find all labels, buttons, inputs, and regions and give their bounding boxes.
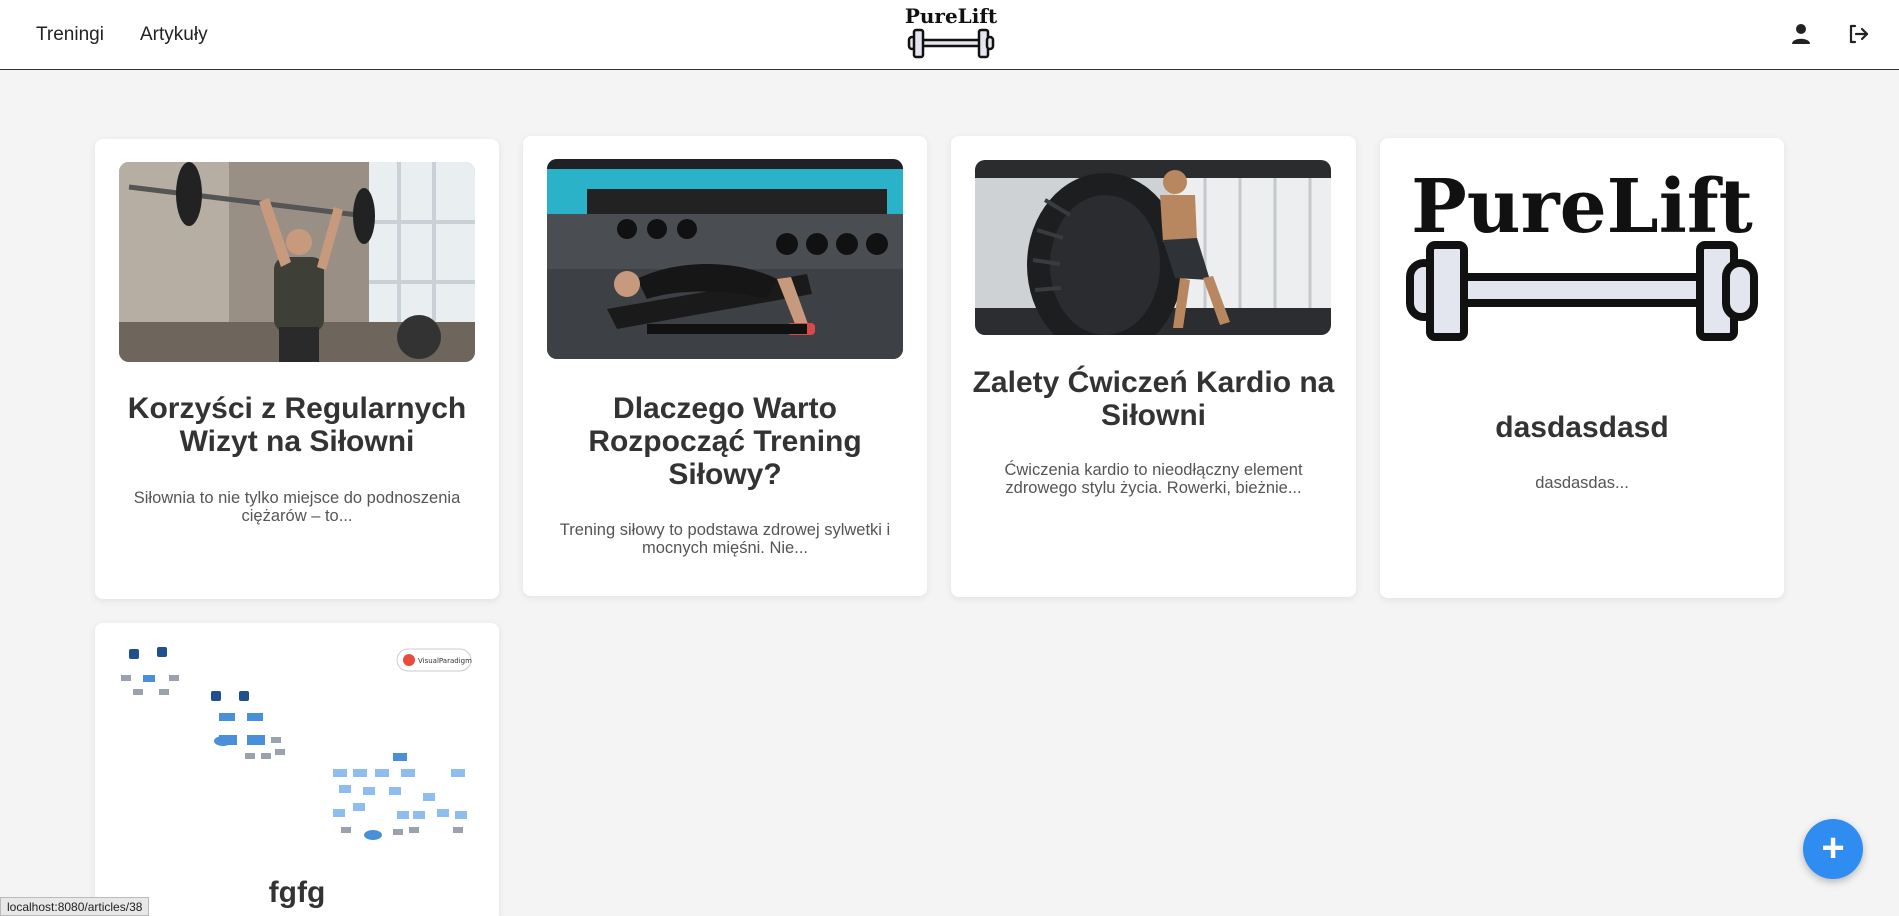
article-card[interactable]: Zalety Ćwiczeń Kardio na Siłowni Ćwiczen…: [951, 136, 1356, 597]
article-image-diagram: VisualParadigm: [119, 645, 475, 845]
article-card[interactable]: VisualParadigm fgfg: [95, 623, 499, 916]
article-card[interactable]: PureLift dasdasdasd dasdasdas...: [1380, 138, 1784, 598]
svg-text:VisualParadigm: VisualParadigm: [418, 657, 472, 665]
article-image-logo: PureLift: [1404, 160, 1760, 360]
nav-link-treningi[interactable]: Treningi: [36, 24, 104, 46]
top-navbar: Treningi Artykuły PureLift: [0, 0, 1899, 70]
article-description: dasdasdas...: [1535, 474, 1629, 492]
article-description: Trening siłowy to podstawa zdrowej sylwe…: [559, 521, 891, 557]
article-title: fgfg: [268, 876, 326, 909]
logout-icon[interactable]: [1846, 22, 1870, 46]
svg-text:PureLift: PureLift: [1411, 164, 1753, 250]
user-icon[interactable]: [1789, 22, 1813, 46]
nav-link-artykuly[interactable]: Artykuły: [140, 24, 208, 46]
article-title: dasdasdasd: [1495, 411, 1669, 444]
purelift-logo[interactable]: PureLift: [903, 4, 999, 60]
article-card[interactable]: Dlaczego Warto Rozpocząć Trening Siłowy?…: [523, 136, 927, 596]
article-image-barbell: [119, 162, 475, 362]
article-description: Ćwiczenia kardio to nieodłączny element …: [1004, 461, 1303, 497]
article-image-bench: [547, 159, 903, 359]
article-title: Korzyści z Regularnych Wizyt na Siłowni: [127, 392, 467, 458]
add-article-button[interactable]: +: [1803, 819, 1863, 879]
article-title: Dlaczego Warto Rozpocząć Trening Siłowy?: [588, 392, 862, 491]
article-image-tire: [975, 160, 1331, 335]
article-description: Siłownia to nie tylko miejsce do podnosz…: [133, 489, 461, 525]
svg-text:PureLift: PureLift: [905, 5, 998, 28]
article-title: Zalety Ćwiczeń Kardio na Siłowni: [972, 366, 1335, 432]
article-card[interactable]: Korzyści z Regularnych Wizyt na Siłowni …: [95, 139, 499, 599]
status-bar-url: localhost:8080/articles/38: [0, 897, 150, 916]
plus-icon: +: [1821, 826, 1845, 870]
